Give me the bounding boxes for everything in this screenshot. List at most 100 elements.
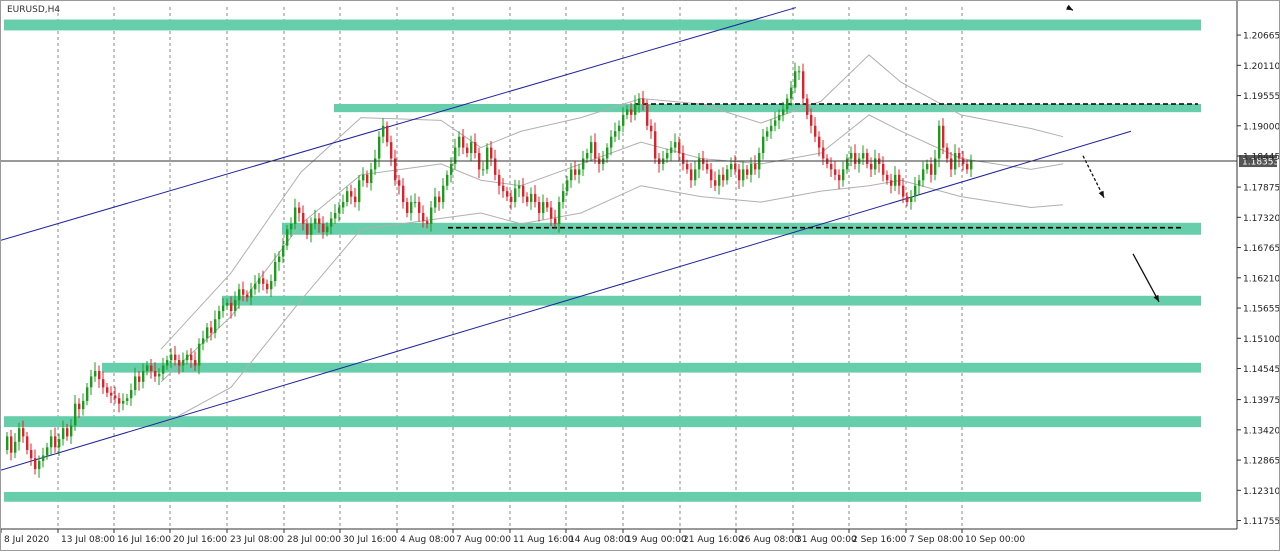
- bearish-candle: [154, 370, 157, 377]
- price-axis: 1.20665 1.20110 1.19555 1.19000 1.18445 1.178…: [1237, 32, 1280, 527]
- bearish-candle: [418, 202, 421, 213]
- bearish-candle: [298, 207, 301, 213]
- bullish-candle: [586, 153, 589, 159]
- bullish-candle: [338, 207, 341, 213]
- bearish-candle: [678, 142, 681, 154]
- bullish-candle: [542, 202, 545, 213]
- bullish-candle: [582, 158, 585, 170]
- bullish-candle: [922, 169, 925, 181]
- price-tick-label: 1.12865: [1243, 457, 1279, 467]
- bullish-candle: [626, 109, 629, 115]
- bullish-candle: [622, 114, 625, 126]
- bullish-candle: [70, 425, 73, 437]
- bearish-candle: [402, 185, 405, 203]
- bullish-candle: [578, 169, 581, 175]
- bearish-candle: [714, 180, 717, 186]
- bullish-candle: [874, 158, 877, 170]
- support-resistance-zone: [4, 19, 1201, 31]
- bullish-candle: [42, 455, 45, 461]
- time-tick-label: 4 Aug 08:00: [400, 535, 455, 545]
- price-tick-label: 1.14545: [1243, 365, 1279, 375]
- price-tick-label: 1.13420: [1243, 426, 1279, 436]
- bearish-candle: [546, 202, 549, 208]
- bearish-candle: [10, 436, 13, 453]
- price-tick-label: 1.16765: [1243, 244, 1279, 254]
- bullish-candle: [926, 163, 929, 170]
- time-tick-label: 8 Jul 2020: [4, 535, 49, 545]
- eurusd-h4-chart[interactable]: 1.18353 1.206651.201101.195551.190001.18…: [0, 1, 1280, 550]
- bearish-candle: [26, 436, 29, 450]
- bearish-candle: [474, 142, 477, 154]
- bearish-candle: [958, 153, 961, 159]
- bearish-candle: [642, 98, 645, 104]
- bullish-candle: [326, 226, 329, 233]
- bearish-candle: [178, 360, 181, 366]
- bearish-candle: [866, 153, 869, 164]
- bullish-candle: [618, 125, 621, 132]
- bearish-candle: [802, 71, 805, 99]
- bullish-candle: [202, 338, 205, 344]
- bearish-candle: [830, 163, 833, 170]
- bearish-candle: [630, 109, 633, 115]
- time-tick-label: 7 Aug 00:00: [456, 535, 511, 545]
- bullish-candle: [742, 169, 745, 181]
- bullish-candle: [294, 207, 297, 224]
- bullish-candle: [430, 207, 433, 224]
- bearish-candle: [902, 185, 905, 197]
- bullish-candle: [222, 305, 225, 312]
- bearish-candle: [462, 136, 465, 148]
- bullish-candle: [314, 218, 317, 224]
- bullish-candle: [358, 180, 361, 203]
- bullish-candle: [414, 202, 417, 204]
- bullish-candle: [790, 87, 793, 99]
- bearish-candle: [246, 294, 249, 298]
- time-tick-label: 10 Sep 00:00: [965, 535, 1025, 545]
- bearish-candle: [654, 131, 657, 159]
- bullish-candle: [274, 262, 277, 282]
- bearish-candle: [690, 169, 693, 181]
- bearish-candle: [138, 376, 141, 382]
- bearish-candle: [882, 163, 885, 175]
- bullish-candle: [62, 428, 65, 440]
- price-tick-label: 1.17320: [1243, 214, 1279, 224]
- bullish-candle: [38, 460, 41, 470]
- time-tick-label: 30 Jul 16:00: [343, 535, 397, 545]
- bearish-candle: [946, 147, 949, 159]
- bullish-candle: [170, 354, 173, 361]
- bullish-candle: [290, 223, 293, 230]
- bearish-candle: [890, 180, 893, 186]
- bullish-candle: [370, 169, 373, 183]
- bullish-candle: [770, 125, 773, 132]
- bullish-candle: [94, 370, 97, 377]
- bullish-candle: [726, 169, 729, 181]
- price-tick-label: 1.19555: [1243, 92, 1279, 102]
- bullish-candle: [698, 158, 701, 170]
- bearish-candle: [522, 185, 525, 197]
- bullish-candle: [310, 223, 313, 235]
- bearish-candle: [22, 428, 25, 437]
- bearish-candle: [966, 163, 969, 170]
- bullish-candle: [50, 436, 53, 448]
- bearish-candle: [574, 169, 577, 175]
- bullish-candle: [514, 188, 517, 203]
- bullish-candle: [254, 283, 257, 290]
- bullish-candle: [382, 125, 385, 137]
- bullish-candle: [750, 163, 753, 175]
- bearish-candle: [386, 125, 389, 143]
- bullish-candle: [134, 376, 137, 391]
- bullish-candle: [90, 376, 93, 388]
- bearish-candle: [646, 103, 649, 126]
- price-tick-label: 1.17875: [1243, 184, 1279, 194]
- bearish-candle: [950, 158, 953, 170]
- bullish-candle: [6, 436, 9, 450]
- bullish-candle: [446, 174, 449, 186]
- bullish-candle: [46, 447, 49, 456]
- bullish-candle: [566, 180, 569, 192]
- bullish-candle: [374, 158, 377, 170]
- bearish-candle: [538, 202, 541, 213]
- bullish-candle: [762, 136, 765, 154]
- channel-lines: [0, 7, 1132, 471]
- chart-window: 1.18353 1.20665 1.20110 1.19555 1.19000 1.18…: [0, 0, 1280, 551]
- bullish-candle: [590, 142, 593, 154]
- bearish-candle: [682, 153, 685, 164]
